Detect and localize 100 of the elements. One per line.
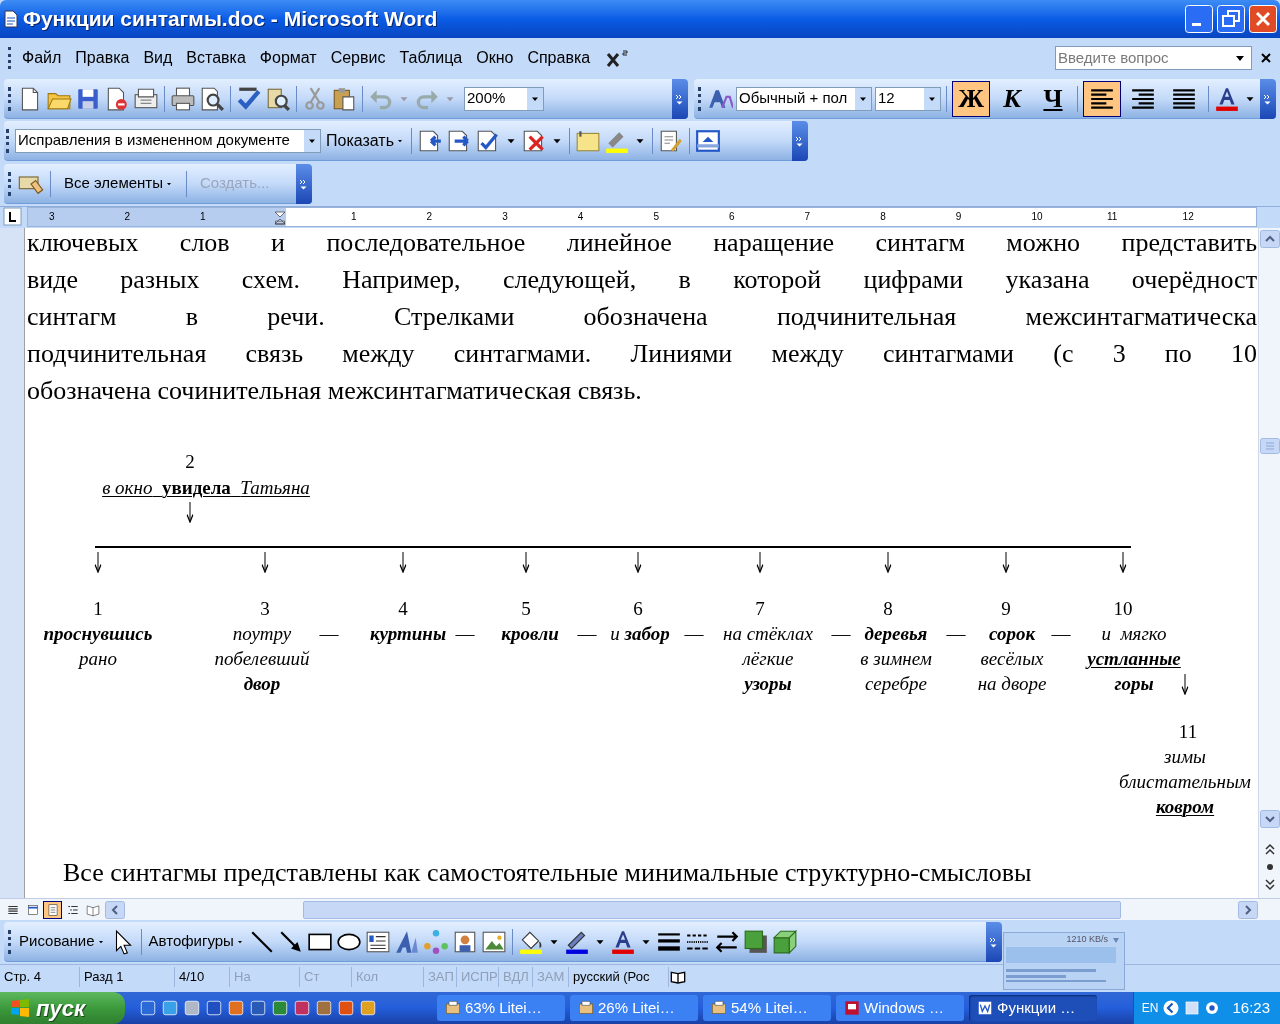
- down-arrow-icon: [521, 551, 531, 573]
- tray-app-icon[interactable]: [1184, 1000, 1201, 1016]
- status-field: ЗАП: [424, 966, 457, 987]
- print-icon[interactable]: [170, 85, 196, 112]
- diagram-icon[interactable]: [422, 928, 449, 955]
- shadow-icon[interactable]: [742, 928, 769, 955]
- syntagm-text: устланные: [1087, 647, 1181, 671]
- vertical-scrollbar[interactable]: [1258, 228, 1280, 898]
- draw-menu-button[interactable]: Рисование: [17, 930, 107, 953]
- quick-launch-icon[interactable]: [161, 999, 179, 1017]
- minimize-icon[interactable]: [1185, 5, 1213, 33]
- scroll-left-icon[interactable]: [105, 900, 125, 919]
- ruler[interactable]: 3 2 1 1 2 3 4 5 6 7 8 9 10 11 12: [27, 207, 1257, 227]
- syntagm-text: на стёклах: [723, 622, 813, 646]
- toolbar-button[interactable]: Все элементы: [56, 172, 182, 195]
- scroll-right-icon[interactable]: [1238, 900, 1258, 919]
- taskbar-button[interactable]: 54% Litei…: [703, 995, 831, 1021]
- quick-launch-icon[interactable]: [337, 999, 355, 1017]
- tray-app-icon[interactable]: [1204, 1000, 1221, 1016]
- horizontal-scroll-thumb[interactable]: [303, 900, 1121, 919]
- taskbar-button[interactable]: Windows …: [836, 995, 964, 1021]
- status-field: На: [230, 966, 300, 987]
- syntagm-text: деревья: [864, 622, 928, 646]
- scroll-up-icon[interactable]: [1259, 230, 1280, 248]
- quick-launch-icon[interactable]: [271, 999, 289, 1017]
- menu-item[interactable]: Правка: [68, 46, 137, 70]
- 3d-cube-icon[interactable]: [771, 928, 798, 955]
- node-number: 6: [633, 597, 643, 621]
- syntagm-text: узоры: [744, 672, 792, 696]
- window-title: Функции синтагмы.doc - Microsoft Word: [23, 6, 439, 33]
- taskbar-button[interactable]: Функции …: [969, 995, 1097, 1021]
- expand-tray-icon[interactable]: [1162, 999, 1181, 1017]
- quick-launch-icon[interactable]: [249, 999, 267, 1017]
- bold-button[interactable]: Ж: [952, 80, 990, 117]
- paste-icon[interactable]: [331, 85, 357, 112]
- quick-launch-icon[interactable]: [315, 999, 333, 1017]
- ruler-number: 12: [1182, 210, 1194, 224]
- print-preview-icon[interactable]: [199, 85, 225, 112]
- status-field: Стр. 4: [0, 966, 80, 987]
- menu-item[interactable]: Формат: [252, 46, 324, 70]
- syntagm-text: ковром: [1155, 795, 1215, 819]
- scroll-down-icon[interactable]: [1259, 810, 1280, 828]
- zoom-combo[interactable]: 200%: [464, 86, 544, 111]
- node-number: 5: [521, 597, 531, 621]
- help-search-box[interactable]: Введите вопрос: [1055, 46, 1252, 70]
- tab-stop-icon[interactable]: [3, 207, 23, 227]
- font-color-icon[interactable]: [1214, 85, 1240, 112]
- down-arrow-icon: [260, 551, 270, 573]
- spelling-check-icon[interactable]: [236, 85, 262, 112]
- italic-button[interactable]: К: [993, 80, 1031, 117]
- restore-icon[interactable]: [1217, 5, 1245, 33]
- show-menu-button[interactable]: Показать: [324, 128, 406, 153]
- menu-item[interactable]: Файл: [15, 46, 69, 70]
- down-arrow-icon: [1118, 551, 1128, 573]
- quick-launch-icon[interactable]: [205, 999, 223, 1017]
- autoshapes-menu-button[interactable]: Автофигуры: [146, 930, 246, 953]
- status-field: Кол: [352, 966, 424, 987]
- quick-launch-icon[interactable]: [139, 999, 157, 1017]
- indent-marker-icon[interactable]: [274, 208, 286, 228]
- print-view-button[interactable]: [43, 900, 62, 919]
- dash-connector: —: [319, 622, 339, 646]
- progress-app-icon: [711, 1000, 727, 1016]
- node-number: 9: [1001, 597, 1011, 621]
- down-arrow-icon: [1001, 551, 1011, 573]
- taskbar-button[interactable]: 26% Litei…: [570, 995, 698, 1021]
- quick-launch-icon[interactable]: [359, 999, 377, 1017]
- ruler-number: 7: [804, 210, 811, 224]
- menu-item[interactable]: Вид: [136, 46, 180, 70]
- syntagm-text: побелевший: [214, 647, 310, 671]
- paragraph-line: обозначена сочинительная межсинтагматическая связь.: [27, 375, 643, 407]
- taskbar-button[interactable]: 63% Litei…: [437, 995, 565, 1021]
- menu-item[interactable]: Справка: [520, 46, 598, 70]
- font-size-combo[interactable]: 12: [875, 86, 941, 111]
- quick-launch-icon[interactable]: [227, 999, 245, 1017]
- font-color-icon[interactable]: [609, 928, 636, 955]
- syntagm-text: лёгкие: [742, 647, 794, 671]
- down-arrow-icon: [1180, 673, 1190, 695]
- scroll-thumb-icon[interactable]: [1259, 438, 1280, 454]
- print-view-icon: [45, 902, 60, 917]
- align-left-button[interactable]: [1083, 80, 1121, 117]
- ruler-number: 4: [577, 210, 584, 224]
- node-number: 3: [260, 597, 270, 621]
- line-color-icon[interactable]: [563, 928, 590, 955]
- menu-item[interactable]: Таблица: [392, 46, 470, 70]
- display-for-review-combo[interactable]: Исправления в измененном документе: [15, 128, 321, 153]
- underline-button[interactable]: Ч: [1034, 80, 1072, 117]
- menu-item[interactable]: Сервис: [323, 46, 393, 70]
- menu-item[interactable]: Вставка: [179, 46, 253, 70]
- quick-launch-icon[interactable]: [183, 999, 201, 1017]
- menu-item[interactable]: Окно: [469, 46, 521, 70]
- quick-launch-icon[interactable]: [293, 999, 311, 1017]
- status-field: Разд 1: [80, 966, 175, 987]
- paragraph-line: виде разных схем. Например, следующей, в которой цифрами указана очерёдност: [27, 264, 1257, 296]
- syntagm-text: и забор: [610, 622, 670, 646]
- ruler-number: 6: [729, 210, 735, 224]
- transfer-rate: 1210 KB/s: [1066, 933, 1108, 946]
- start-button[interactable]: пуск: [0, 992, 125, 1024]
- node-number: 8: [883, 597, 893, 621]
- reviewing-pane-icon[interactable]: [695, 127, 721, 154]
- style-combo[interactable]: Обычный + пол: [736, 86, 872, 111]
